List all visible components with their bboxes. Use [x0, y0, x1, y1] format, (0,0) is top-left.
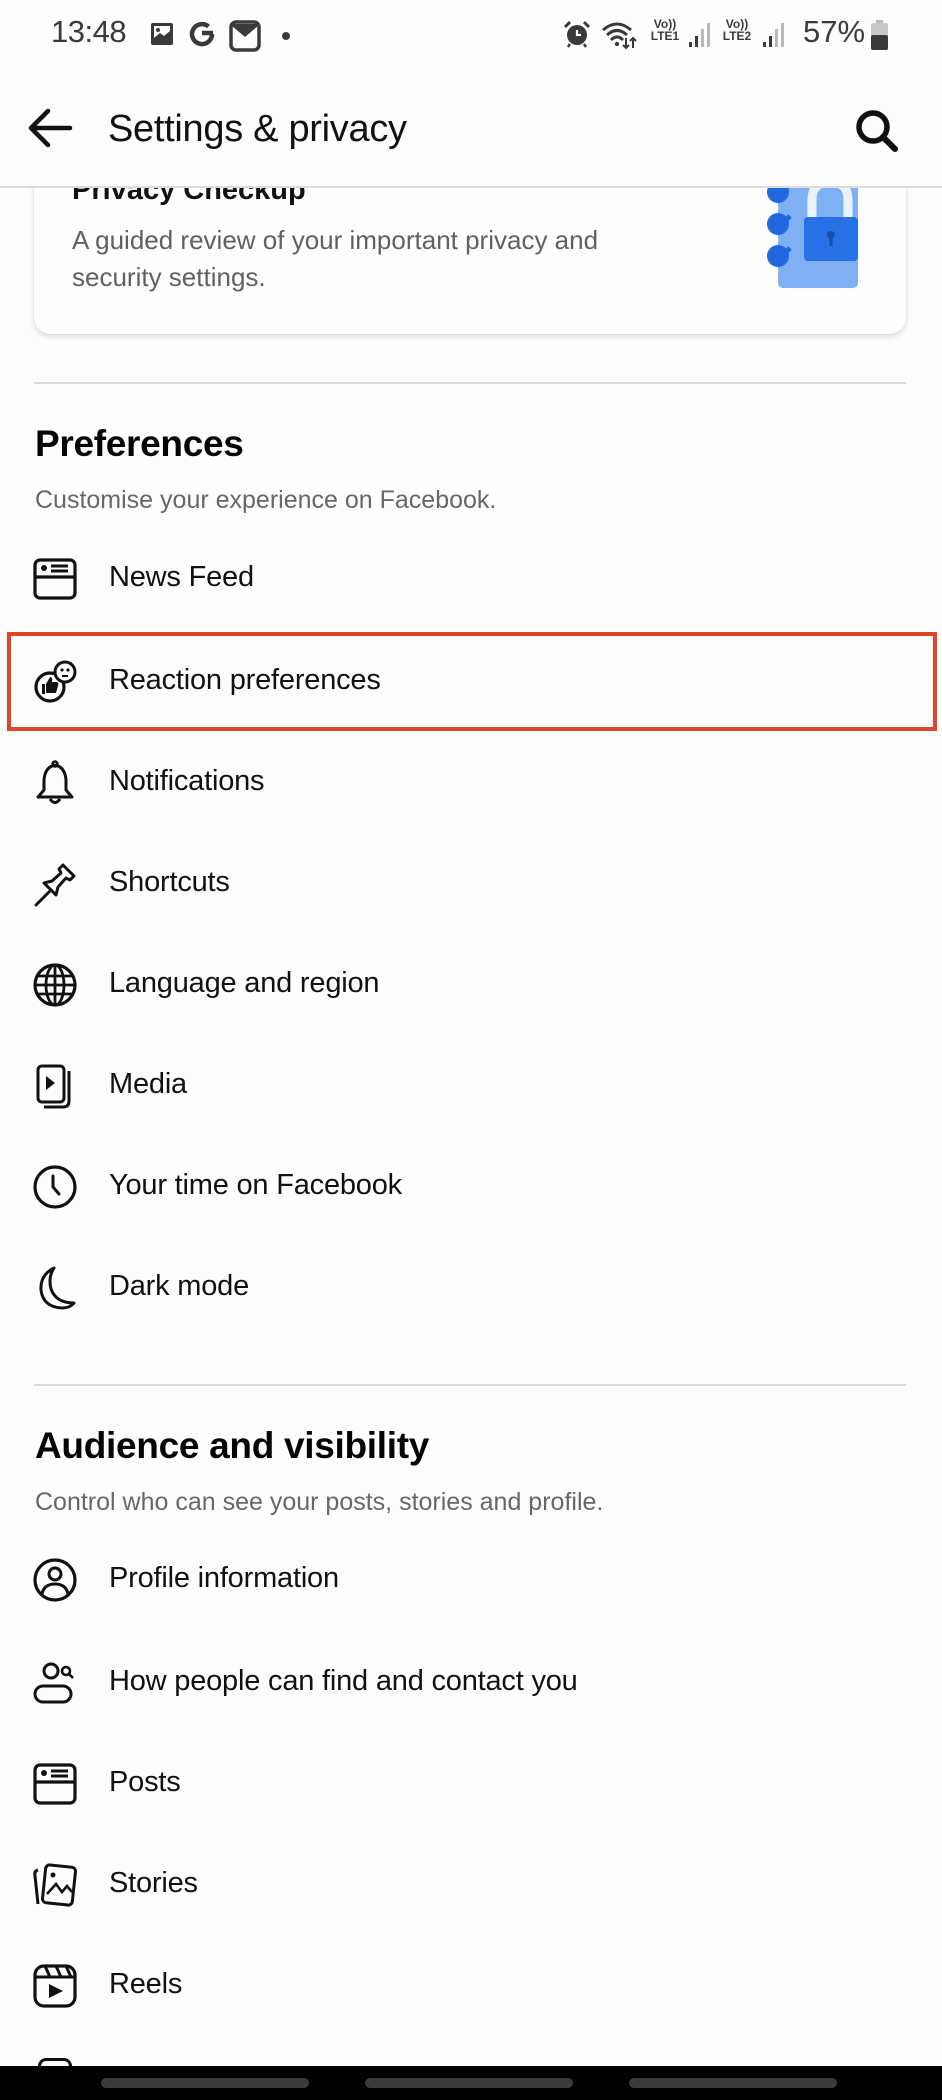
menu-item-label: Dark mode — [109, 1270, 250, 1302]
menu-item-label: How people can find and contact you — [109, 1665, 578, 1697]
menu-item-label: News Feed — [109, 561, 254, 593]
reels-icon — [33, 1964, 77, 2008]
signal-sim2-icon — [763, 23, 784, 47]
find-people-icon — [33, 1662, 74, 1704]
status-bar: 13:48 Vo)) LTE1 Vo)) LTE2 57% — [0, 0, 942, 70]
section-divider — [34, 1384, 906, 1386]
page-title: Settings & privacy — [108, 108, 407, 150]
section-title-preferences: Preferences — [35, 423, 244, 464]
menu-item-label: Reels — [109, 1968, 183, 2000]
search-icon — [856, 110, 898, 152]
privacy-checkup-description: A guided review of your important privac… — [72, 225, 599, 292]
app-header: Settings & privacy — [0, 70, 942, 188]
menu-item-label: Notifications — [109, 765, 265, 797]
profile-icon — [33, 1558, 77, 1602]
globe-icon — [33, 963, 77, 1007]
menu-item-posts[interactable]: Posts — [0, 1734, 942, 1832]
nav-home-button[interactable] — [365, 2078, 573, 2088]
google-icon — [189, 21, 215, 47]
battery-percent: 57% — [803, 14, 866, 49]
gallery-icon — [151, 23, 173, 45]
stories-icon — [33, 1863, 78, 1907]
menu-item-how-people-can-find-you[interactable]: How people can find and contact you — [0, 1633, 942, 1731]
back-button[interactable] — [26, 106, 76, 150]
menu-item-your-time-on-facebook[interactable]: Your time on Facebook — [0, 1137, 942, 1235]
system-nav-bar — [0, 2066, 942, 2100]
menu-item-stories[interactable]: Stories — [0, 1835, 942, 1933]
section-subtitle-audience: Control who can see your posts, stories … — [35, 1488, 604, 1516]
menu-item-media[interactable]: Media — [0, 1036, 942, 1134]
menu-item-reaction-preferences[interactable]: Reaction preferences — [0, 632, 942, 730]
next-item-icon-partial — [38, 2058, 72, 2066]
menu-item-label: Reaction preferences — [109, 664, 381, 696]
posts-icon — [33, 1763, 77, 1805]
media-icon — [36, 1064, 71, 1109]
section-subtitle-preferences: Customise your experience on Facebook. — [35, 486, 497, 514]
clock-icon — [33, 1165, 77, 1209]
menu-item-news-feed[interactable]: News Feed — [0, 529, 942, 627]
reaction-icon — [34, 660, 77, 703]
gmail-icon — [229, 20, 261, 52]
menu-item-label: Shortcuts — [109, 866, 230, 898]
wifi-icon — [602, 22, 637, 50]
dot-icon — [282, 32, 290, 40]
bell-icon — [36, 760, 74, 804]
alarm-icon — [563, 20, 591, 48]
status-time: 13:48 — [51, 14, 127, 49]
news-feed-icon — [33, 558, 77, 600]
pin-icon — [34, 863, 76, 907]
menu-item-label: Stories — [109, 1867, 198, 1899]
menu-item-label: Your time on Facebook — [109, 1169, 402, 1201]
menu-item-language-and-region[interactable]: Language and region — [0, 935, 942, 1033]
menu-item-label: Posts — [109, 1766, 181, 1798]
sim1-label: Vo)) LTE1 — [648, 18, 682, 42]
search-button[interactable] — [852, 106, 902, 156]
sim1-network: LTE1 — [650, 29, 680, 43]
section-divider — [34, 382, 906, 384]
nav-recents-button[interactable] — [101, 2078, 309, 2088]
sim2-network: LTE2 — [722, 29, 752, 43]
menu-item-label: Language and region — [109, 967, 380, 999]
menu-item-label: Profile information — [109, 1562, 339, 1594]
menu-item-profile-information[interactable]: Profile information — [0, 1530, 942, 1628]
arrow-left-icon — [28, 108, 73, 148]
menu-item-label: Media — [109, 1068, 187, 1100]
menu-item-dark-mode[interactable]: Dark mode — [0, 1238, 942, 1336]
moon-icon — [39, 1266, 76, 1310]
menu-item-notifications[interactable]: Notifications — [0, 733, 942, 831]
menu-item-reels[interactable]: Reels — [0, 1936, 942, 2034]
nav-back-button[interactable] — [629, 2078, 837, 2088]
menu-item-shortcuts[interactable]: Shortcuts — [0, 834, 942, 932]
sim2-label: Vo)) LTE2 — [720, 18, 754, 42]
signal-sim1-icon — [689, 23, 710, 47]
section-title-audience: Audience and visibility — [35, 1425, 430, 1466]
battery-icon — [871, 20, 888, 50]
